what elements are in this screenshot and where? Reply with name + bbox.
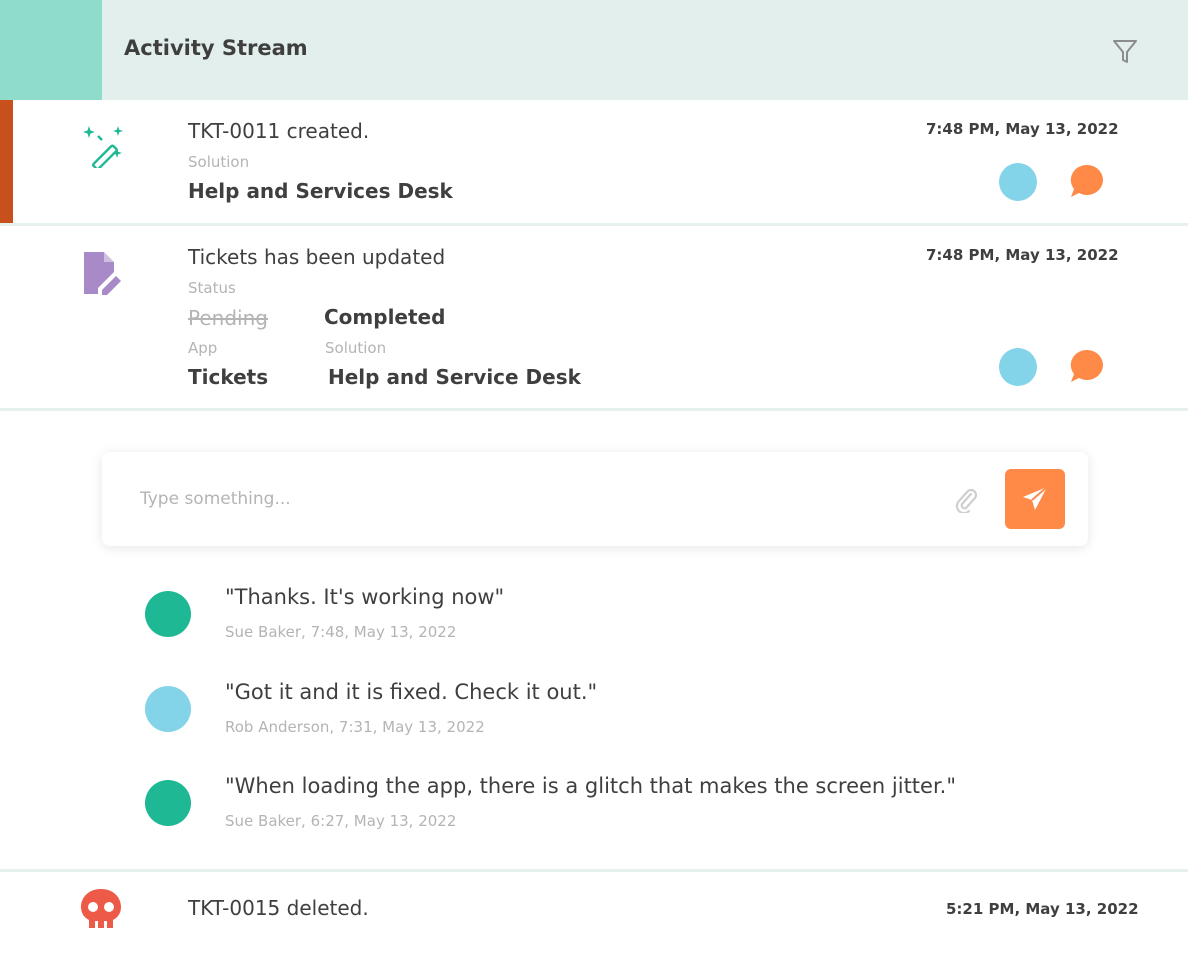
comment-meta: Sue Baker, 7:48, May 13, 2022 (225, 623, 457, 641)
comment-item: "Thanks. It's working now" Sue Baker, 7:… (0, 585, 1188, 671)
entry-title: Tickets has been updated (188, 245, 446, 269)
comment-text: "When loading the app, there is a glitch… (225, 774, 956, 798)
send-icon (1023, 486, 1048, 510)
status-new-value: Completed (324, 305, 446, 329)
edit-document-icon (84, 252, 121, 295)
chat-bubble-icon[interactable] (1069, 348, 1105, 384)
comment-text: "Thanks. It's working now" (225, 585, 505, 609)
divider (0, 408, 1188, 411)
magic-wand-icon (83, 126, 123, 168)
entry-timestamp: 7:48 PM, May 13, 2022 (926, 120, 1119, 138)
field-label-solution: Solution (188, 153, 250, 171)
entry-timestamp: 5:21 PM, May 13, 2022 (946, 900, 1139, 918)
entry-timestamp: 7:48 PM, May 13, 2022 (926, 246, 1119, 264)
field-value-solution: Help and Services Desk (188, 179, 453, 203)
avatar[interactable] (145, 591, 191, 637)
entry-title: TKT-0015 deleted. (188, 896, 369, 920)
entry-title: TKT-0011 created. (188, 119, 370, 143)
chat-bubble-icon[interactable] (1069, 163, 1105, 199)
filter-icon[interactable] (1110, 36, 1140, 66)
field-value-app: Tickets (188, 365, 269, 389)
comment-text: "Got it and it is fixed. Check it out." (225, 680, 598, 704)
header-accent (0, 0, 102, 100)
page-title: Activity Stream (124, 36, 308, 60)
user-avatar[interactable] (999, 348, 1037, 386)
avatar[interactable] (145, 780, 191, 826)
field-label-app: App (188, 339, 218, 357)
comment-meta: Rob Anderson, 7:31, May 13, 2022 (225, 718, 485, 736)
field-value-solution: Help and Service Desk (328, 365, 581, 389)
comment-meta: Sue Baker, 6:27, May 13, 2022 (225, 812, 457, 830)
activity-entry-created: TKT-0011 created. Solution Help and Serv… (0, 100, 1188, 223)
header: Activity Stream (0, 0, 1188, 100)
paperclip-icon[interactable] (954, 487, 978, 513)
status-old-value: Pending (188, 306, 268, 330)
send-button[interactable] (1005, 469, 1065, 529)
user-avatar[interactable] (999, 163, 1037, 201)
comment-item: "When loading the app, there is a glitch… (0, 774, 1188, 860)
entry-highlight-marker (0, 100, 13, 223)
comment-composer (102, 452, 1088, 546)
activity-entry-deleted: TKT-0015 deleted. 5:21 PM, May 13, 2022 (0, 872, 1188, 958)
field-label-status: Status (188, 279, 236, 297)
comment-item: "Got it and it is fixed. Check it out." … (0, 680, 1188, 766)
skull-icon (81, 889, 121, 928)
avatar[interactable] (145, 686, 191, 732)
field-label-solution: Solution (325, 339, 387, 357)
activity-entry-updated: Tickets has been updated Status Pending … (0, 226, 1188, 409)
comment-input[interactable] (140, 482, 930, 516)
